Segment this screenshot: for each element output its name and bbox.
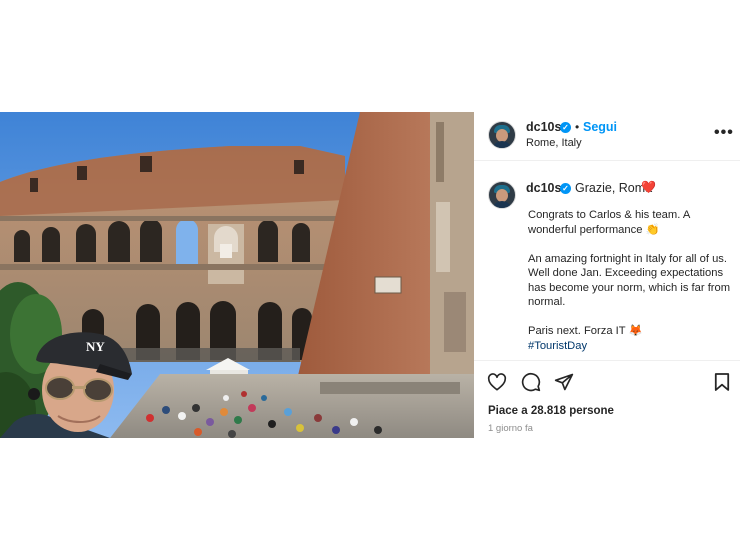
location-link[interactable]: Rome, Italy bbox=[526, 137, 582, 149]
separator-dot: • bbox=[575, 120, 580, 134]
username-link[interactable]: dc10s bbox=[526, 120, 561, 134]
likes-count[interactable]: Piace a 28.818 persone bbox=[488, 405, 614, 417]
bookmark-icon[interactable] bbox=[714, 372, 730, 392]
verified-badge-icon: ✓ bbox=[560, 183, 571, 194]
post-sidebar: dc10s ✓ • Segui Rome, Italy ••• dc10s ✓ … bbox=[474, 112, 740, 438]
red-heart-emoji: ❤️ bbox=[641, 180, 656, 194]
colosseum-selfie-image: NY bbox=[0, 112, 474, 438]
caption-paragraph: Paris next. Forza IT 🦊 bbox=[528, 325, 643, 337]
avatar[interactable] bbox=[488, 121, 516, 149]
action-bar: Piace a 28.818 persone 1 giorno fa bbox=[474, 360, 740, 439]
more-options-icon[interactable]: ••• bbox=[714, 124, 734, 142]
caption-avatar[interactable] bbox=[488, 181, 516, 209]
post-time[interactable]: 1 giorno fa bbox=[488, 423, 533, 434]
caption-body: Congrats to Carlos & his team. A wonderf… bbox=[528, 208, 738, 353]
heart-icon[interactable] bbox=[487, 373, 507, 391]
instagram-post: NY dc10s ✓ • Segui Rome, Italy ••• dc10s… bbox=[0, 112, 740, 438]
hashtag-link[interactable]: #TouristDay bbox=[528, 340, 587, 352]
follow-button[interactable]: Segui bbox=[583, 120, 617, 134]
cap-logo: NY bbox=[86, 339, 105, 354]
post-photo[interactable]: NY bbox=[0, 112, 474, 438]
share-icon[interactable] bbox=[554, 372, 574, 392]
post-header: dc10s ✓ • Segui Rome, Italy ••• bbox=[474, 112, 740, 161]
caption-paragraph: An amazing fortnight in Italy for all of… bbox=[528, 252, 731, 309]
verified-badge-icon: ✓ bbox=[560, 122, 571, 133]
comment-icon[interactable] bbox=[521, 372, 541, 392]
caption-paragraph: Congrats to Carlos & his team. A wonderf… bbox=[528, 209, 690, 236]
caption-username[interactable]: dc10s bbox=[526, 181, 561, 195]
